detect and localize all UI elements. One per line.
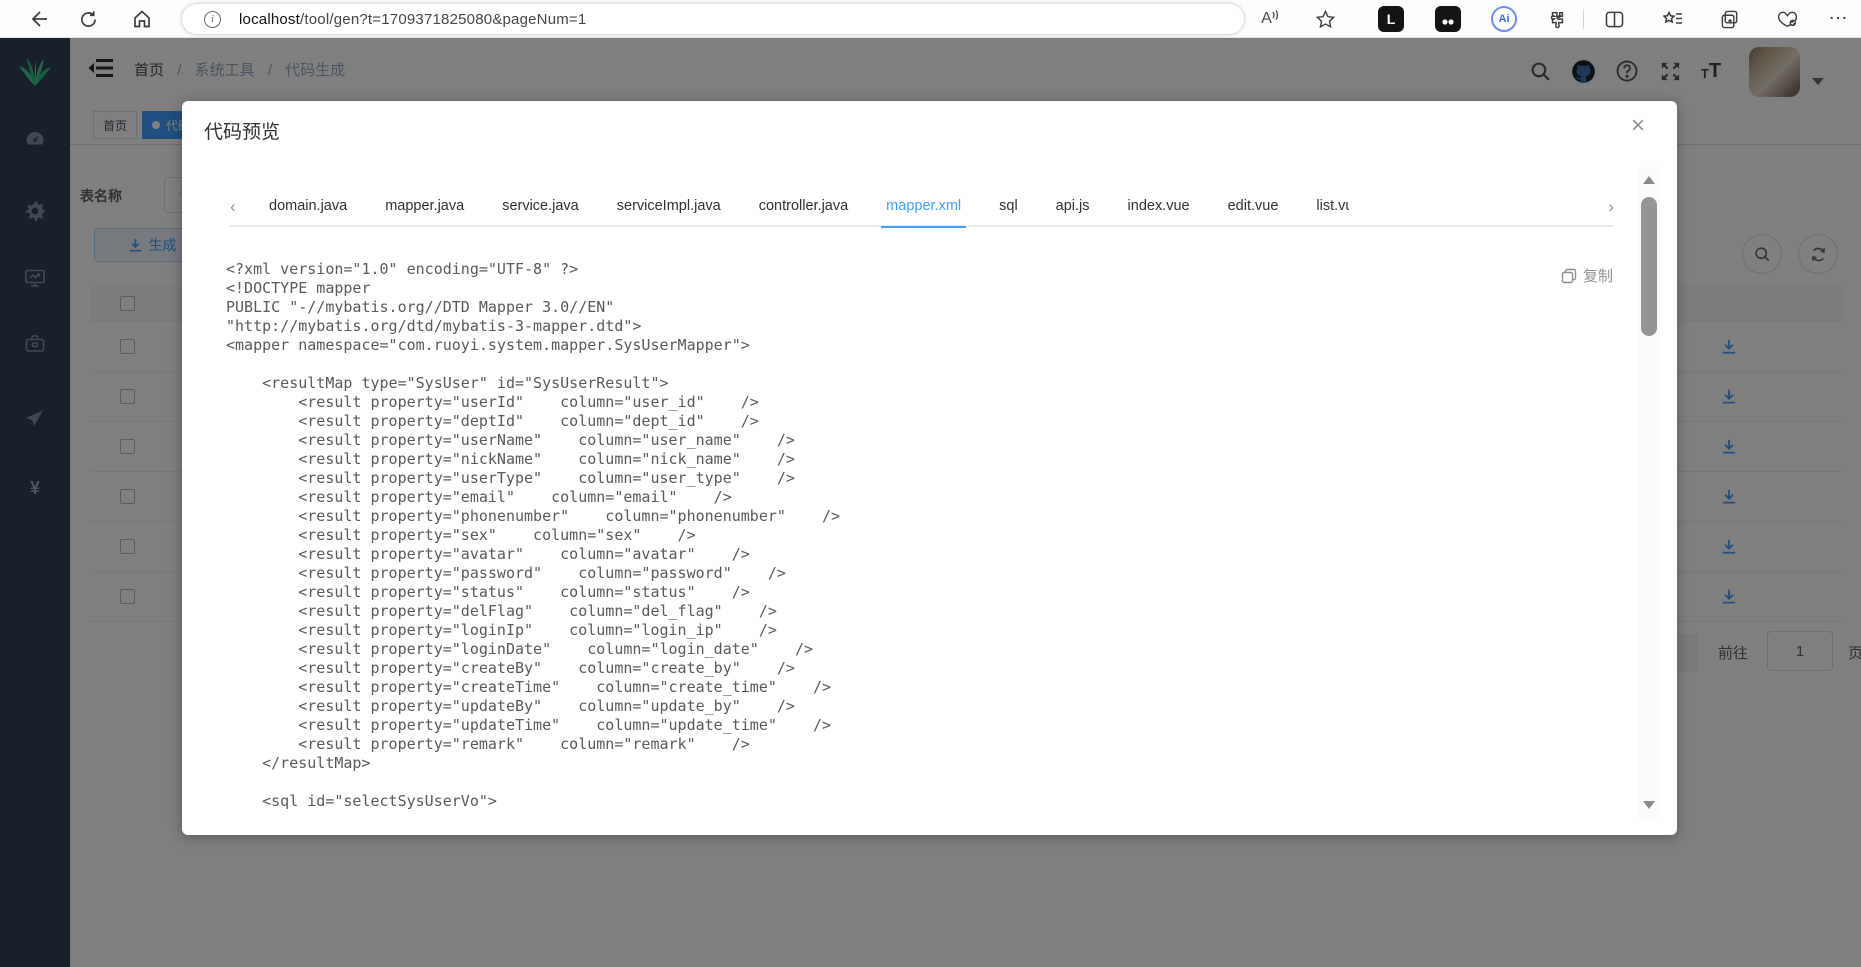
favorites-list-icon[interactable] [1661, 7, 1685, 31]
code-content[interactable]: <?xml version="1.0" encoding="UTF-8" ?> … [226, 260, 840, 811]
collections-icon[interactable] [1718, 7, 1742, 31]
tabs-prev-icon[interactable]: ‹ [230, 197, 250, 217]
copy-icon [1561, 268, 1577, 283]
extension-dark-icon[interactable] [1435, 6, 1461, 32]
tab-index-vue[interactable]: index.vue [1109, 188, 1209, 226]
site-info-icon[interactable]: i [204, 10, 221, 28]
extensions-puzzle-icon[interactable] [1545, 7, 1569, 31]
tab-service-java[interactable]: service.java [483, 188, 598, 226]
tab-api-js[interactable]: api.js [1037, 188, 1109, 226]
scroll-down-icon[interactable] [1643, 801, 1655, 809]
browser-menu-icon[interactable]: … [1828, 2, 1849, 25]
tab-mapper-xml[interactable]: mapper.xml [867, 188, 980, 228]
tab-list-vue[interactable]: list.vue [1297, 188, 1349, 226]
read-aloud-icon[interactable]: A [1258, 7, 1282, 31]
dialog-title: 代码预览 [204, 122, 281, 143]
browser-essentials-icon[interactable] [1775, 7, 1799, 31]
screen: i localhost/tool/gen?t=1709371825080&pag… [0, 0, 1861, 967]
tab-sql[interactable]: sql [980, 188, 1037, 226]
tab-edit-vue[interactable]: edit.vue [1209, 188, 1298, 226]
address-bar[interactable]: i localhost/tool/gen?t=1709371825080&pag… [182, 4, 1244, 34]
extension-ai-icon[interactable]: Ai [1491, 6, 1517, 32]
copy-button[interactable]: 复制 [1561, 265, 1613, 286]
scrollbar-thumb[interactable] [1641, 197, 1657, 336]
url-path: /tool/gen?t=1709371825080&pageNum=1 [300, 10, 587, 28]
tab-controller-java[interactable]: controller.java [740, 188, 867, 226]
app-window: ¥ 首页 / 系统工具 / 代码生成 [0, 38, 1861, 967]
tab-mapper-java[interactable]: mapper.java [366, 188, 483, 226]
file-tabs: ‹ domain.java mapper.java service.java s… [230, 188, 1614, 228]
extension-l-icon[interactable]: L [1378, 6, 1404, 32]
split-screen-icon[interactable] [1602, 7, 1626, 31]
browser-toolbar: i localhost/tool/gen?t=1709371825080&pag… [0, 0, 1861, 38]
code-preview-dialog: 代码预览 × ‹ domain.java mapper.java service… [182, 101, 1677, 835]
url-host: localhost [239, 10, 301, 28]
tab-domain-java[interactable]: domain.java [250, 188, 366, 226]
scroll-up-icon[interactable] [1643, 176, 1655, 184]
tabs-next-icon[interactable]: › [1594, 197, 1614, 217]
code-scrollbar[interactable] [1638, 167, 1660, 818]
favorite-star-icon[interactable] [1313, 7, 1337, 31]
url-text[interactable]: localhost/tool/gen?t=1709371825080&pageN… [239, 11, 586, 28]
home-icon[interactable] [130, 7, 154, 31]
toolbar-divider [1583, 9, 1584, 29]
back-icon[interactable] [26, 7, 50, 31]
close-icon[interactable]: × [1623, 111, 1653, 141]
refresh-icon[interactable] [76, 7, 100, 31]
tab-serviceimpl-java[interactable]: serviceImpl.java [598, 188, 740, 226]
